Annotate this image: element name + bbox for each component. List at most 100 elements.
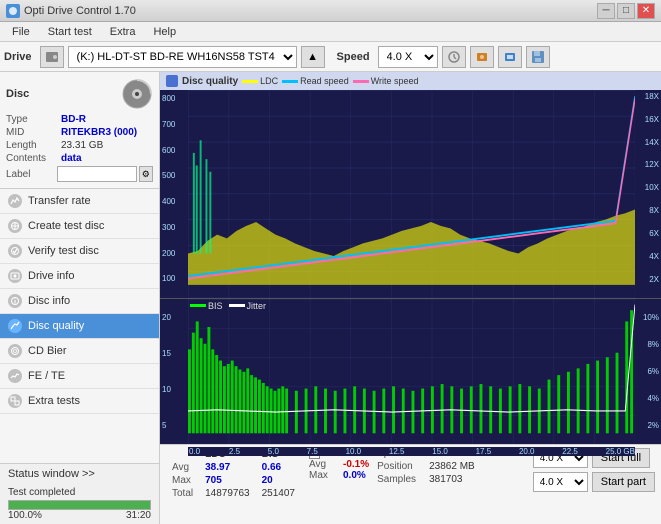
progress-percent: 100.0% <box>8 510 42 521</box>
jitter-max-row: Max 0.0% <box>309 470 369 481</box>
minimize-button[interactable]: ─ <box>597 3 615 19</box>
y1-200: 200 <box>162 249 186 258</box>
legend-bis: BIS <box>190 301 223 311</box>
nav-drive-info[interactable]: Drive info <box>0 264 159 289</box>
y1-100: 100 <box>162 274 186 283</box>
speed-select[interactable]: 4.0 X <box>378 46 438 68</box>
chart1-container: Disc quality LDC Read speed Write speed … <box>160 72 661 299</box>
jitter-avg-row: Avg -0.1% <box>309 459 369 470</box>
maximize-button[interactable]: □ <box>617 3 635 19</box>
y2r-4: 4% <box>637 394 659 403</box>
max-ldc: 705 <box>199 474 256 487</box>
y2-5: 5 <box>162 421 186 430</box>
main-content: Disc Type BD-R MID RITEKBR3 (000) Length… <box>0 72 661 524</box>
extra-tests-icon <box>8 394 22 408</box>
max-bis: 20 <box>256 474 301 487</box>
disc-info-icon <box>8 294 22 308</box>
menu-start-test[interactable]: Start test <box>40 24 100 40</box>
menu-extra[interactable]: Extra <box>102 24 144 40</box>
drive-icon-btn[interactable] <box>40 46 64 68</box>
titlebar-left: Opti Drive Control 1.70 <box>6 4 136 18</box>
nav-create-test-disc-label: Create test disc <box>28 220 104 232</box>
contents-value: data <box>61 153 82 164</box>
progress-elapsed: 31:20 <box>126 510 151 521</box>
max-label: Max <box>166 474 199 487</box>
x2-5: 5.0 <box>268 447 279 456</box>
speed-icon-btn1[interactable] <box>442 46 466 68</box>
x2-75: 7.5 <box>307 447 318 456</box>
nav-disc-info[interactable]: Disc info <box>0 289 159 314</box>
jitter-max-value: 0.0% <box>343 470 366 481</box>
drive-info-icon <box>8 269 22 283</box>
save-icon-btn[interactable] <box>526 46 550 68</box>
label-browse-button[interactable]: ⚙ <box>139 166 153 182</box>
y1-800: 800 <box>162 94 186 103</box>
y1-500: 500 <box>162 171 186 180</box>
y1r-4x: 4X <box>637 252 659 261</box>
speed-icon-btn3[interactable] <box>498 46 522 68</box>
chart2-body: BIS Jitter 20 15 10 5 <box>160 299 661 445</box>
nav-fe-te[interactable]: FE / TE <box>0 364 159 389</box>
titlebar-controls: ─ □ ✕ <box>597 3 655 19</box>
chart1-title-bar: Disc quality LDC Read speed Write speed <box>160 72 661 90</box>
chart-area: Disc quality LDC Read speed Write speed … <box>160 72 661 524</box>
position-value: 23862 MB <box>429 461 475 472</box>
y1r-2x: 2X <box>637 275 659 284</box>
chart1-icon <box>166 75 178 87</box>
start-part-row: 4.0 X Start part <box>533 472 655 492</box>
y2r-2: 2% <box>637 421 659 430</box>
nav-cd-bier-label: CD Bier <box>28 345 67 357</box>
nav-disc-info-label: Disc info <box>28 295 70 307</box>
y2r-6: 6% <box>637 367 659 376</box>
menu-file[interactable]: File <box>4 24 38 40</box>
stats-bottom-bar: LDC BIS Avg 38.97 0.66 Max 705 20 <box>160 444 661 524</box>
transfer-rate-icon <box>8 194 22 208</box>
avg-bis: 0.66 <box>256 461 301 474</box>
status-window-button[interactable]: Status window >> <box>0 463 159 484</box>
mid-value: RITEKBR3 (000) <box>61 127 137 138</box>
titlebar: Opti Drive Control 1.70 ─ □ ✕ <box>0 0 661 22</box>
nav-verify-test-disc[interactable]: Verify test disc <box>0 239 159 264</box>
nav-transfer-rate-label: Transfer rate <box>28 195 91 207</box>
menu-help[interactable]: Help <box>145 24 184 40</box>
length-key: Length <box>6 140 61 151</box>
y1r-10x: 10X <box>637 183 659 192</box>
fe-te-icon <box>8 369 22 383</box>
position-key: Position <box>377 461 425 472</box>
samples-key: Samples <box>377 474 425 485</box>
nav-cd-bier[interactable]: CD Bier <box>0 339 159 364</box>
label-key: Label <box>6 169 55 180</box>
drive-label: Drive <box>4 51 32 63</box>
total-label: Total <box>166 487 199 500</box>
chart1-svg-container: 0.0 2.5 5.0 7.5 10.0 12.5 15.0 17.5 20.0… <box>188 90 635 298</box>
nav-create-test-disc[interactable]: Create test disc <box>0 214 159 239</box>
chart1-title: Disc quality <box>182 76 238 87</box>
x2-225: 22.5 <box>562 447 578 456</box>
chart2-y-right: 10% 8% 6% 4% 2% <box>635 299 661 445</box>
legend-bis-color <box>190 304 206 307</box>
eject-button[interactable]: ▲ <box>301 46 325 68</box>
legend-write-speed: Write speed <box>353 76 419 86</box>
sidebar-bottom: Status window >> Test completed 100.0% 3… <box>0 463 159 524</box>
jitter-avg-label: Avg <box>309 459 339 470</box>
total-bis: 251407 <box>256 487 301 500</box>
speed-icon-btn2[interactable] <box>470 46 494 68</box>
start-part-speed-select[interactable]: 4.0 X <box>533 472 588 492</box>
legend-jitter-color <box>229 304 245 307</box>
drive-select[interactable]: (K:) HL-DT-ST BD-RE WH16NS58 TST4 <box>68 46 297 68</box>
close-button[interactable]: ✕ <box>637 3 655 19</box>
y2r-8: 8% <box>637 340 659 349</box>
chart1-y-right: 18X 16X 14X 12X 10X 8X 6X 4X 2X <box>635 90 661 298</box>
samples-row: Samples 381703 <box>377 474 475 485</box>
nav-disc-quality[interactable]: Disc quality <box>0 314 159 339</box>
contents-key: Contents <box>6 153 61 164</box>
legend-ldc-label: LDC <box>260 76 278 86</box>
nav-extra-tests[interactable]: Extra tests <box>0 389 159 414</box>
nav-drive-info-label: Drive info <box>28 270 74 282</box>
create-test-disc-icon <box>8 219 22 233</box>
nav-transfer-rate[interactable]: Transfer rate <box>0 189 159 214</box>
x2-125: 12.5 <box>389 447 405 456</box>
start-part-button[interactable]: Start part <box>592 472 655 492</box>
label-input[interactable] <box>57 166 137 182</box>
sidebar: Disc Type BD-R MID RITEKBR3 (000) Length… <box>0 72 160 524</box>
